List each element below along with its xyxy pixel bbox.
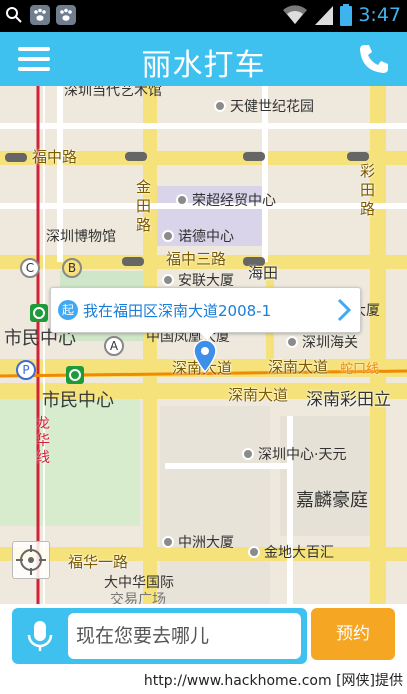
place-label: 深圳海关 bbox=[286, 332, 358, 352]
location-pin-icon bbox=[193, 339, 217, 373]
metro-station-icon bbox=[66, 366, 84, 384]
metro-line-label: 龙华线 bbox=[36, 416, 50, 466]
clock: 3:47 bbox=[358, 4, 401, 26]
place-label: 天健世纪花园 bbox=[214, 96, 314, 116]
app-title: 丽水打车 bbox=[141, 48, 266, 83]
road-label: 深南大道 bbox=[228, 386, 289, 404]
place-label: 诺德中心 bbox=[162, 226, 234, 246]
destination-input[interactable]: 现在您要去哪儿 bbox=[68, 613, 301, 659]
battery-icon bbox=[340, 4, 353, 26]
metro-exit-marker: B bbox=[62, 258, 82, 278]
place-label: 深圳当代艺术馆 bbox=[64, 86, 162, 99]
metro-exit-marker: C bbox=[20, 258, 40, 278]
location-callout[interactable]: 起 我在福田区深南大道2008-1 bbox=[50, 287, 361, 340]
watermark-text: http://www.hackhome.com [网侠]提供 bbox=[0, 668, 407, 694]
metro-station-icon bbox=[30, 304, 48, 322]
road-label: 海田 bbox=[248, 264, 279, 282]
road-label: 彩田路 bbox=[360, 162, 376, 218]
road-label: 深南大道 bbox=[268, 358, 329, 376]
start-badge: 起 bbox=[58, 300, 78, 320]
parking-marker: P bbox=[16, 360, 36, 380]
book-button[interactable]: 预约 bbox=[311, 608, 395, 660]
road-label: 深南彩田立 bbox=[306, 390, 391, 410]
microphone-icon[interactable] bbox=[22, 618, 58, 654]
place-label: 中洲大厦 bbox=[162, 532, 234, 552]
current-location-text: 我在福田区深南大道2008-1 bbox=[83, 302, 272, 320]
map-view[interactable]: 福中路 福中三路 深南大道 深南大道 深南大道 深南彩田立 福华一路 金田路 彩… bbox=[0, 86, 407, 604]
title-bar: 丽水打车 bbox=[0, 32, 407, 86]
place-label: 嘉麟豪庭 bbox=[296, 490, 368, 511]
place-label: 深圳中心·天元 bbox=[242, 444, 346, 464]
wifi-icon bbox=[283, 5, 308, 24]
road-label: 金田路 bbox=[136, 178, 152, 234]
locate-button[interactable] bbox=[12, 541, 50, 579]
district-label: 市民中心 bbox=[42, 390, 114, 411]
crosshair-icon bbox=[16, 545, 46, 575]
bottom-bar: 现在您要去哪儿 预约 bbox=[0, 604, 407, 668]
place-label: 金地大百汇 bbox=[248, 542, 334, 562]
voice-input-panel: 现在您要去哪儿 bbox=[12, 608, 307, 664]
metro-exit-marker: A bbox=[104, 336, 124, 356]
place-label: 深圳博物馆 bbox=[46, 229, 116, 245]
place-label: 荣超经贸中心 bbox=[176, 190, 276, 210]
paw-icon bbox=[56, 5, 76, 25]
metro-line-label: 蛇口线 bbox=[340, 362, 380, 377]
signal-icon bbox=[315, 6, 334, 25]
chevron-right-icon bbox=[337, 298, 352, 322]
phone-icon[interactable] bbox=[357, 42, 391, 76]
search-icon bbox=[4, 5, 24, 25]
road-label: 福中路 bbox=[32, 148, 78, 166]
status-bar: 3:47 bbox=[0, 0, 407, 32]
place-label: 交易广场 bbox=[110, 592, 166, 604]
road-label: 福华一路 bbox=[68, 553, 129, 571]
road-label: 福中三路 bbox=[166, 250, 227, 268]
paw-icon bbox=[30, 5, 50, 25]
